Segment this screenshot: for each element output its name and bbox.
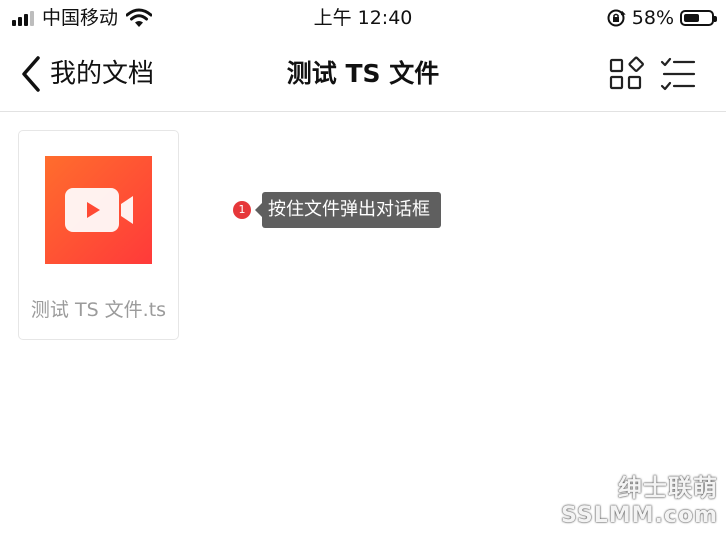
- battery-icon: [680, 10, 717, 26]
- page-title: 测试 TS 文件: [286, 59, 440, 88]
- file-name: 测试 TS 文件.ts: [30, 299, 167, 321]
- nav-bar: 我的文档 测试 TS 文件: [0, 36, 726, 112]
- back-button[interactable]: 我的文档: [20, 54, 154, 94]
- file-item[interactable]: 测试 TS 文件.ts: [18, 130, 179, 340]
- video-camera-icon: [64, 188, 133, 232]
- status-bar: 中国移动 上午 12:40 58%: [0, 0, 726, 36]
- checklist-icon[interactable]: [660, 56, 696, 92]
- nav-actions: [608, 56, 696, 92]
- watermark-url: SSLMM.com: [561, 503, 718, 528]
- status-right: 58%: [606, 5, 717, 31]
- rotation-lock-icon: [607, 9, 626, 27]
- watermark-title: 绅士联萌: [618, 474, 718, 502]
- chevron-left-icon: [22, 56, 40, 92]
- watermark: 绅士联萌 SSLMM.com: [561, 473, 718, 529]
- battery-percent: 58%: [631, 7, 674, 29]
- battery-level: [684, 14, 700, 22]
- annotation-number-badge: 1: [233, 201, 251, 219]
- grid-view-icon[interactable]: [608, 56, 644, 92]
- video-file-thumbnail: [45, 156, 152, 264]
- back-label: 我的文档: [50, 59, 155, 89]
- annotation-tooltip: 按住文件弹出对话框: [255, 192, 441, 228]
